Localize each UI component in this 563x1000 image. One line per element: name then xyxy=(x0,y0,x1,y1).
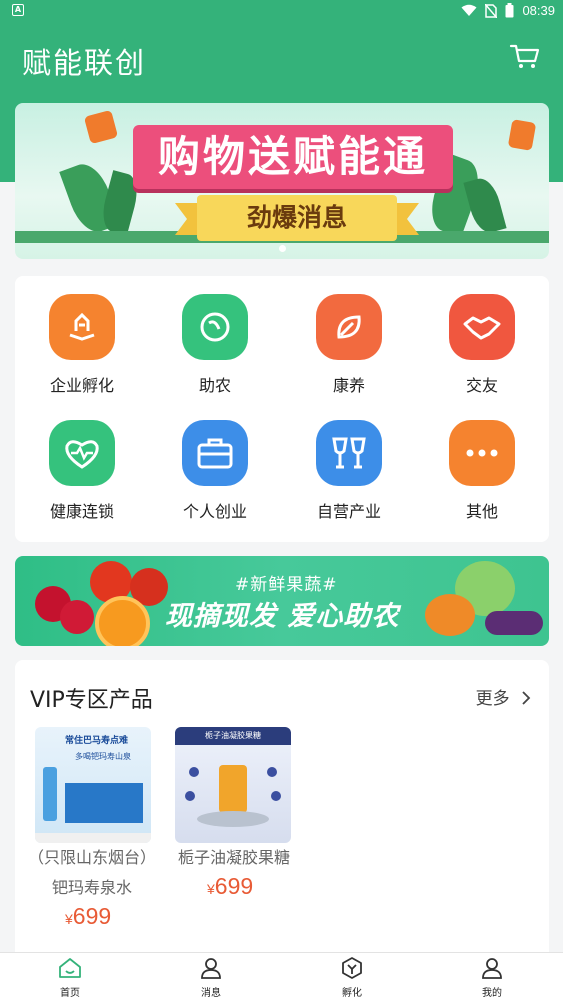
tab-label: 首页 xyxy=(60,988,80,999)
product-price: ¥699 xyxy=(65,903,165,930)
tab-label: 孵化 xyxy=(342,988,362,999)
thumb-caption: 栀子油凝胶果糖 xyxy=(175,727,291,745)
app-title: 赋能联创 xyxy=(22,46,147,80)
status-bar: A 08:39 xyxy=(0,0,563,24)
more-label: 更多 xyxy=(475,689,510,709)
dot-decoration xyxy=(271,791,281,801)
tab-label: 我的 xyxy=(482,988,502,999)
category-health-chain[interactable]: 健康连锁 xyxy=(27,420,137,522)
banner-subtitle: 劲爆消息 xyxy=(175,195,419,241)
pedestal-image xyxy=(197,811,269,827)
category-other[interactable]: 其他 xyxy=(427,420,537,522)
category-help-farmers[interactable]: 助农 xyxy=(160,294,270,396)
clock: 08:39 xyxy=(522,3,555,18)
briefcase-icon xyxy=(182,420,248,486)
tab-home[interactable]: 首页 xyxy=(30,957,110,999)
more-icon xyxy=(449,420,515,486)
product-thumbnail: 栀子油凝胶果糖 xyxy=(175,727,291,843)
product-price: ¥699 xyxy=(207,873,305,900)
carousel-indicator xyxy=(279,245,286,252)
profile-icon xyxy=(482,958,502,979)
chevron-right-icon xyxy=(522,691,531,705)
leaf-decoration xyxy=(463,175,507,236)
pumpkin-image xyxy=(425,594,475,636)
category-label: 康养 xyxy=(332,376,365,395)
no-sim-icon xyxy=(485,3,498,18)
tab-messages[interactable]: 消息 xyxy=(171,957,251,999)
fresh-produce-banner[interactable]: #新鲜果蔬# 现摘现发 爱心助农 xyxy=(15,556,549,646)
home-icon xyxy=(59,958,81,978)
gift-icon xyxy=(83,109,119,145)
thumb-caption: 多喝钯玛寿山泉 xyxy=(75,752,131,761)
water-box-image xyxy=(65,783,143,823)
product-card[interactable]: 栀子油凝胶果糖 栀子油凝胶果糖 ¥699 xyxy=(175,727,305,900)
thumb-footer xyxy=(35,833,151,843)
price-currency: ¥ xyxy=(65,911,73,927)
category-make-friends[interactable]: 交友 xyxy=(427,294,537,396)
vip-section: VIP专区产品 更多 常住巴马寿点难 多喝钯玛寿山泉 （只限山东烟台）钯玛寿泉水… xyxy=(15,660,549,960)
price-value: 699 xyxy=(72,903,112,929)
product-name: 栀子油凝胶果糖 xyxy=(177,848,290,867)
incubate-cube-icon xyxy=(342,957,362,979)
category-label: 自营产业 xyxy=(316,502,381,521)
price-value: 699 xyxy=(214,873,254,899)
category-label: 助农 xyxy=(198,376,231,395)
promo-text: 现摘现发 爱心助农 xyxy=(165,601,400,632)
category-grid: 企业孵化 助农 康养 交友 健康连锁 个人创业 自营产业 其他 xyxy=(15,276,549,542)
capsule-jar-image xyxy=(219,765,247,813)
category-label: 个人创业 xyxy=(182,502,247,521)
category-self-operated[interactable]: 自营产业 xyxy=(294,420,404,522)
bottom-tab-bar: 首页 消息 孵化 我的 xyxy=(0,952,563,1000)
dot-decoration xyxy=(267,767,277,777)
vip-section-title: VIP专区产品 xyxy=(30,688,153,713)
banner-title: 购物送赋能通 xyxy=(133,125,453,189)
promo-tag: #新鲜果蔬# xyxy=(235,575,338,595)
orange-image xyxy=(95,596,150,646)
thumb-caption: 常住巴马寿点难 xyxy=(65,736,129,746)
heart-pulse-icon xyxy=(49,420,115,486)
product-thumbnail: 常住巴马寿点难 多喝钯玛寿山泉 xyxy=(35,727,151,843)
tab-incubation[interactable]: 孵化 xyxy=(312,957,392,999)
category-enterprise-incubation[interactable]: 企业孵化 xyxy=(27,294,137,396)
status-icons: 08:39 xyxy=(461,3,555,18)
cherry-image xyxy=(60,600,94,634)
product-name: （只限山东烟台）钯玛寿泉水 xyxy=(27,848,156,897)
glasses-icon xyxy=(316,420,382,486)
dot-decoration xyxy=(185,791,195,801)
incubate-icon xyxy=(49,294,115,360)
category-label: 健康连锁 xyxy=(49,502,114,521)
category-label: 其他 xyxy=(465,502,498,521)
promo-banner[interactable]: 购物送赋能通 劲爆消息 xyxy=(15,103,549,259)
tab-profile[interactable]: 我的 xyxy=(452,957,532,999)
cart-icon[interactable] xyxy=(509,40,541,72)
dot-decoration xyxy=(189,767,199,777)
product-card[interactable]: 常住巴马寿点难 多喝钯玛寿山泉 （只限山东烟台）钯玛寿泉水 ¥699 xyxy=(28,727,165,930)
gift-icon xyxy=(507,119,537,151)
category-label: 企业孵化 xyxy=(49,376,114,395)
user-message-icon xyxy=(201,958,221,979)
price-currency: ¥ xyxy=(207,881,215,897)
leaf-icon xyxy=(316,294,382,360)
battery-icon xyxy=(505,3,514,18)
eggplant-image xyxy=(485,611,543,635)
more-link[interactable]: 更多 xyxy=(476,684,531,709)
notification-badge: A xyxy=(12,4,24,16)
category-personal-business[interactable]: 个人创业 xyxy=(160,420,270,522)
category-health-care[interactable]: 康养 xyxy=(294,294,404,396)
bottle-image xyxy=(43,767,57,821)
category-label: 交友 xyxy=(465,376,498,395)
tab-label: 消息 xyxy=(201,988,221,999)
handshake-icon xyxy=(449,294,515,360)
leaf-circle-icon xyxy=(182,294,248,360)
wifi-icon xyxy=(461,4,477,16)
